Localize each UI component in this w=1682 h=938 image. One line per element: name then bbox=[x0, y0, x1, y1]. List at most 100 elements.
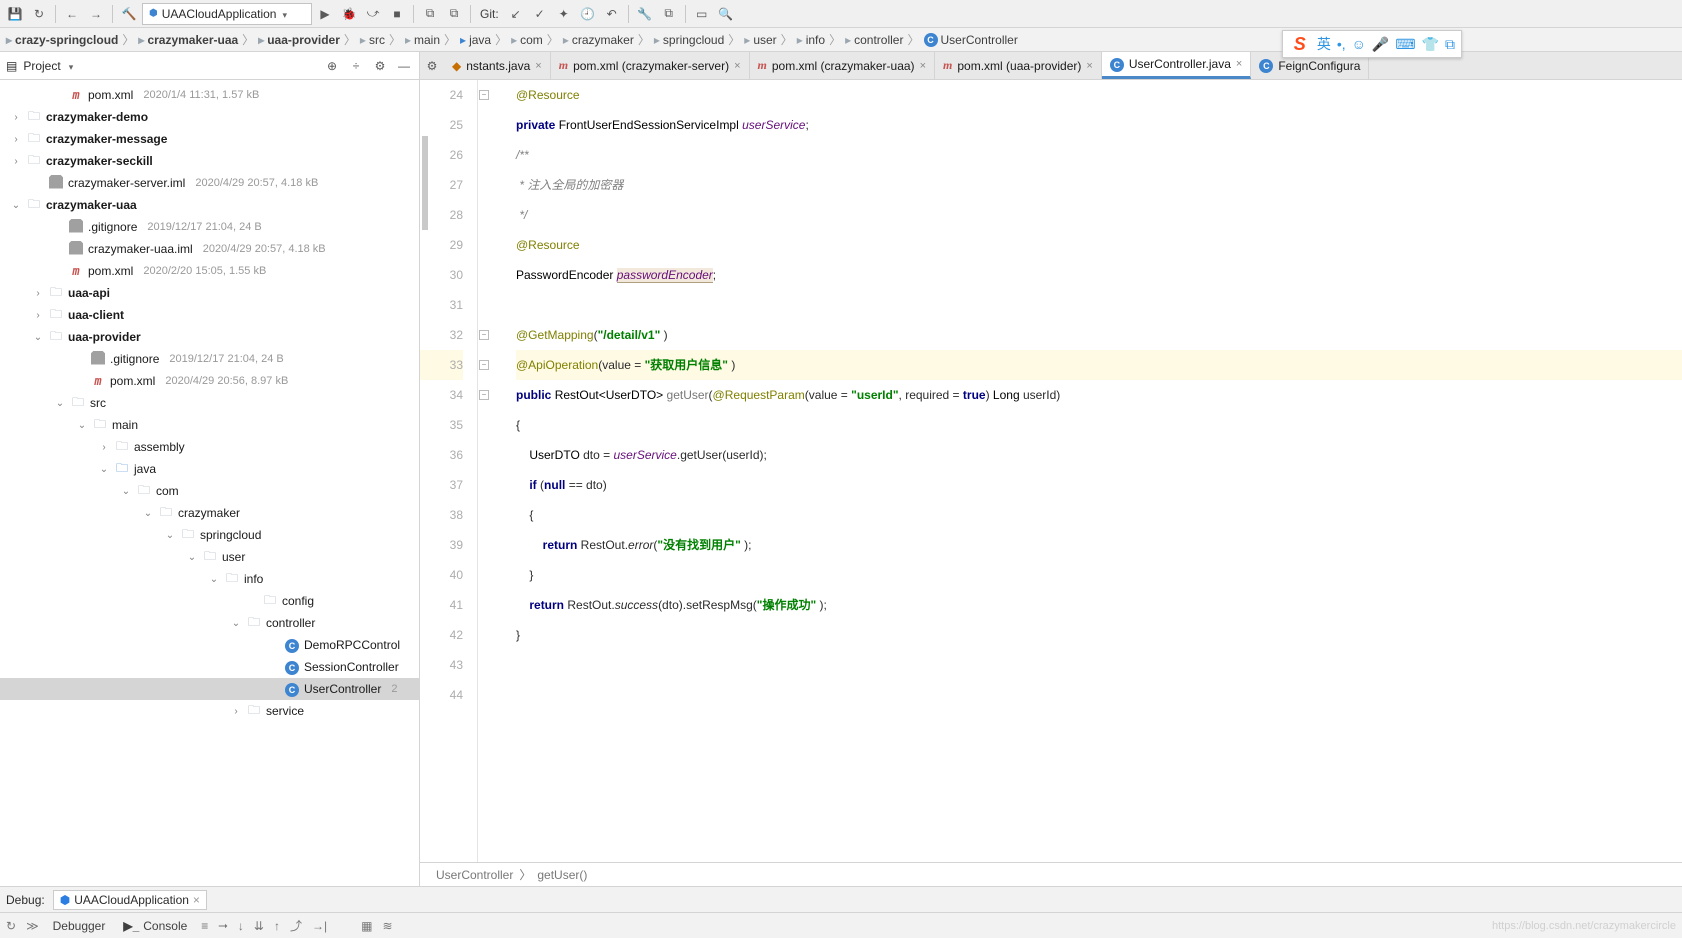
search-icon[interactable]: 🔍 bbox=[715, 3, 737, 25]
crumb-class[interactable]: UserController bbox=[436, 868, 513, 882]
line-number[interactable]: 34 bbox=[420, 380, 463, 410]
code-line[interactable]: if (null == dto) bbox=[516, 470, 1682, 500]
crumb-item[interactable]: ▸springcloud bbox=[654, 33, 724, 47]
editor-tab[interactable]: mpom.xml (uaa-provider)× bbox=[935, 52, 1102, 79]
editor-breadcrumb[interactable]: UserController 〉 getUser() bbox=[420, 862, 1682, 886]
crumb-item[interactable]: ▸user bbox=[744, 33, 776, 47]
ime-tools-icon[interactable]: ⧉ bbox=[1445, 36, 1455, 53]
code-line[interactable] bbox=[516, 680, 1682, 710]
crumb-method[interactable]: getUser() bbox=[537, 868, 587, 882]
tree-node[interactable]: CDemoRPCControl bbox=[0, 634, 419, 656]
hide-icon[interactable]: — bbox=[395, 59, 413, 73]
tree-node[interactable]: mpom.xml2020/1/4 11:31, 1.57 kB bbox=[0, 84, 419, 106]
code-line[interactable]: UserDTO dto = userService.getUser(userId… bbox=[516, 440, 1682, 470]
ime-skin-icon[interactable]: 👕 bbox=[1422, 36, 1439, 53]
expand-icon[interactable]: ⌄ bbox=[54, 398, 66, 409]
expand-icon[interactable]: ⌄ bbox=[208, 574, 220, 585]
tab-gear-icon[interactable]: ⚙ bbox=[420, 59, 444, 73]
expand-icon[interactable]: › bbox=[230, 706, 242, 717]
tab-console[interactable]: ▶_Console bbox=[119, 919, 191, 933]
tree-node[interactable]: ›🗀crazymaker-message bbox=[0, 128, 419, 150]
restart-icon[interactable]: ↻ bbox=[6, 919, 16, 933]
crumb-item[interactable]: ▸crazymaker-uaa bbox=[138, 33, 238, 47]
expand-icon[interactable]: ⌄ bbox=[142, 508, 154, 519]
crumb-item[interactable]: ▸crazy-springcloud bbox=[6, 33, 118, 47]
fold-icon[interactable]: − bbox=[479, 390, 489, 400]
code-line[interactable]: private FrontUserEndSessionServiceImpl u… bbox=[516, 110, 1682, 140]
tree-node[interactable]: ⌄🗀crazymaker-uaa bbox=[0, 194, 419, 216]
expand-icon[interactable]: ⌄ bbox=[164, 530, 176, 541]
step-out-icon[interactable]: ↑ bbox=[274, 919, 280, 933]
stop-icon[interactable]: ■ bbox=[386, 3, 408, 25]
git-commit-icon[interactable]: ✓ bbox=[529, 3, 551, 25]
tree-node[interactable]: ⌄🗀uaa-provider bbox=[0, 326, 419, 348]
expand-icon[interactable]: ⌄ bbox=[76, 420, 88, 431]
tree-node[interactable]: ›🗀crazymaker-demo bbox=[0, 106, 419, 128]
line-number[interactable]: 35 bbox=[420, 410, 463, 440]
run-to-cursor-icon[interactable]: →| bbox=[312, 919, 327, 933]
structure-icon[interactable]: ⧉ bbox=[658, 3, 680, 25]
forward-icon[interactable]: → bbox=[85, 3, 107, 25]
tree-node[interactable]: crazymaker-server.iml2020/4/29 20:57, 4.… bbox=[0, 172, 419, 194]
tree-node[interactable]: ›🗀uaa-client bbox=[0, 304, 419, 326]
save-icon[interactable]: 💾 bbox=[4, 3, 26, 25]
ime-voice-icon[interactable]: 🎤 bbox=[1372, 36, 1389, 53]
tree-node[interactable]: ›🗀crazymaker-seckill bbox=[0, 150, 419, 172]
expand-icon[interactable]: ⌄ bbox=[120, 486, 132, 497]
crumb-item[interactable]: ▸info bbox=[797, 33, 825, 47]
ime-keyboard-icon[interactable]: ⌨ bbox=[1395, 36, 1415, 53]
git-rollback-icon[interactable]: ↶ bbox=[601, 3, 623, 25]
code-line[interactable]: */ bbox=[516, 200, 1682, 230]
expand-icon[interactable]: › bbox=[10, 112, 22, 123]
run-icon[interactable]: ▶ bbox=[314, 3, 336, 25]
tree-node[interactable]: ⌄🗀com bbox=[0, 480, 419, 502]
close-icon[interactable]: × bbox=[193, 893, 200, 907]
step-over-icon[interactable]: ⭢ bbox=[218, 918, 228, 933]
force-step-icon[interactable]: ⇊ bbox=[254, 919, 264, 933]
tree-node[interactable]: ⌄🗀user bbox=[0, 546, 419, 568]
code-line[interactable]: * 注入全局的加密器 bbox=[516, 170, 1682, 200]
step-into-icon[interactable]: ↓ bbox=[238, 919, 244, 933]
line-number[interactable]: 43 bbox=[420, 650, 463, 680]
trace-icon[interactable]: ≋ bbox=[382, 919, 392, 933]
git-history-icon[interactable]: 🕘 bbox=[577, 3, 599, 25]
crumb-item[interactable]: ▸uaa-provider bbox=[258, 33, 340, 47]
expand-icon[interactable]: ⌄ bbox=[98, 464, 110, 475]
line-number[interactable]: 36 bbox=[420, 440, 463, 470]
code-line[interactable]: /** bbox=[516, 140, 1682, 170]
coverage-icon[interactable]: ⤻ bbox=[362, 3, 384, 25]
expand-icon[interactable]: › bbox=[10, 156, 22, 167]
expand-icon[interactable]: ⌄ bbox=[32, 332, 44, 343]
editor-tab[interactable]: ◆nstants.java× bbox=[444, 52, 551, 79]
code-line[interactable]: return RestOut.success(dto).setRespMsg("… bbox=[516, 590, 1682, 620]
expand-icon[interactable]: › bbox=[32, 288, 44, 299]
tree-node[interactable]: crazymaker-uaa.iml2020/4/29 20:57, 4.18 … bbox=[0, 238, 419, 260]
line-number[interactable]: 44 bbox=[420, 680, 463, 710]
code-line[interactable]: } bbox=[516, 620, 1682, 650]
debug-config-tab[interactable]: ⬢ UAACloudApplication × bbox=[53, 890, 207, 910]
tree-node[interactable]: ⌄🗀main bbox=[0, 414, 419, 436]
line-number[interactable]: 39 bbox=[420, 530, 463, 560]
tree-node[interactable]: ⌄🗀info bbox=[0, 568, 419, 590]
select-opened-icon[interactable]: ⊕ bbox=[323, 59, 341, 73]
profile-icon[interactable]: ⧉ bbox=[419, 3, 441, 25]
editor-tab[interactable]: CUserController.java× bbox=[1102, 52, 1251, 79]
code-line[interactable]: PasswordEncoder passwordEncoder; bbox=[516, 260, 1682, 290]
crumb-item[interactable]: ▸controller bbox=[845, 33, 903, 47]
line-number[interactable]: 24 bbox=[420, 80, 463, 110]
tree-node[interactable]: .gitignore2019/12/17 21:04, 24 B bbox=[0, 348, 419, 370]
tree-node[interactable]: mpom.xml2020/2/20 15:05, 1.55 kB bbox=[0, 260, 419, 282]
build-icon[interactable]: 🔨 bbox=[118, 3, 140, 25]
code-line[interactable]: return RestOut.error("没有找到用户" ); bbox=[516, 530, 1682, 560]
wrench-icon[interactable]: 🔧 bbox=[634, 3, 656, 25]
fold-column[interactable]: −−−− bbox=[478, 80, 492, 862]
ime-punct-icon[interactable]: •, bbox=[1337, 36, 1346, 52]
crumb-item[interactable]: ▸java bbox=[460, 33, 491, 47]
ime-toolbar[interactable]: S 英 •, ☺ 🎤 ⌨ 👕 ⧉ bbox=[1282, 30, 1462, 58]
expand-icon[interactable]: › bbox=[98, 442, 110, 453]
code-line[interactable]: @ApiOperation(value = "获取用户信息" ) bbox=[516, 350, 1682, 380]
code-content[interactable]: @Resourceprivate FrontUserEndSessionServ… bbox=[492, 80, 1682, 862]
crumb-item[interactable]: ▸com bbox=[511, 33, 543, 47]
project-title[interactable]: Project bbox=[23, 59, 60, 73]
crumb-item[interactable]: ▸crazymaker bbox=[563, 33, 634, 47]
